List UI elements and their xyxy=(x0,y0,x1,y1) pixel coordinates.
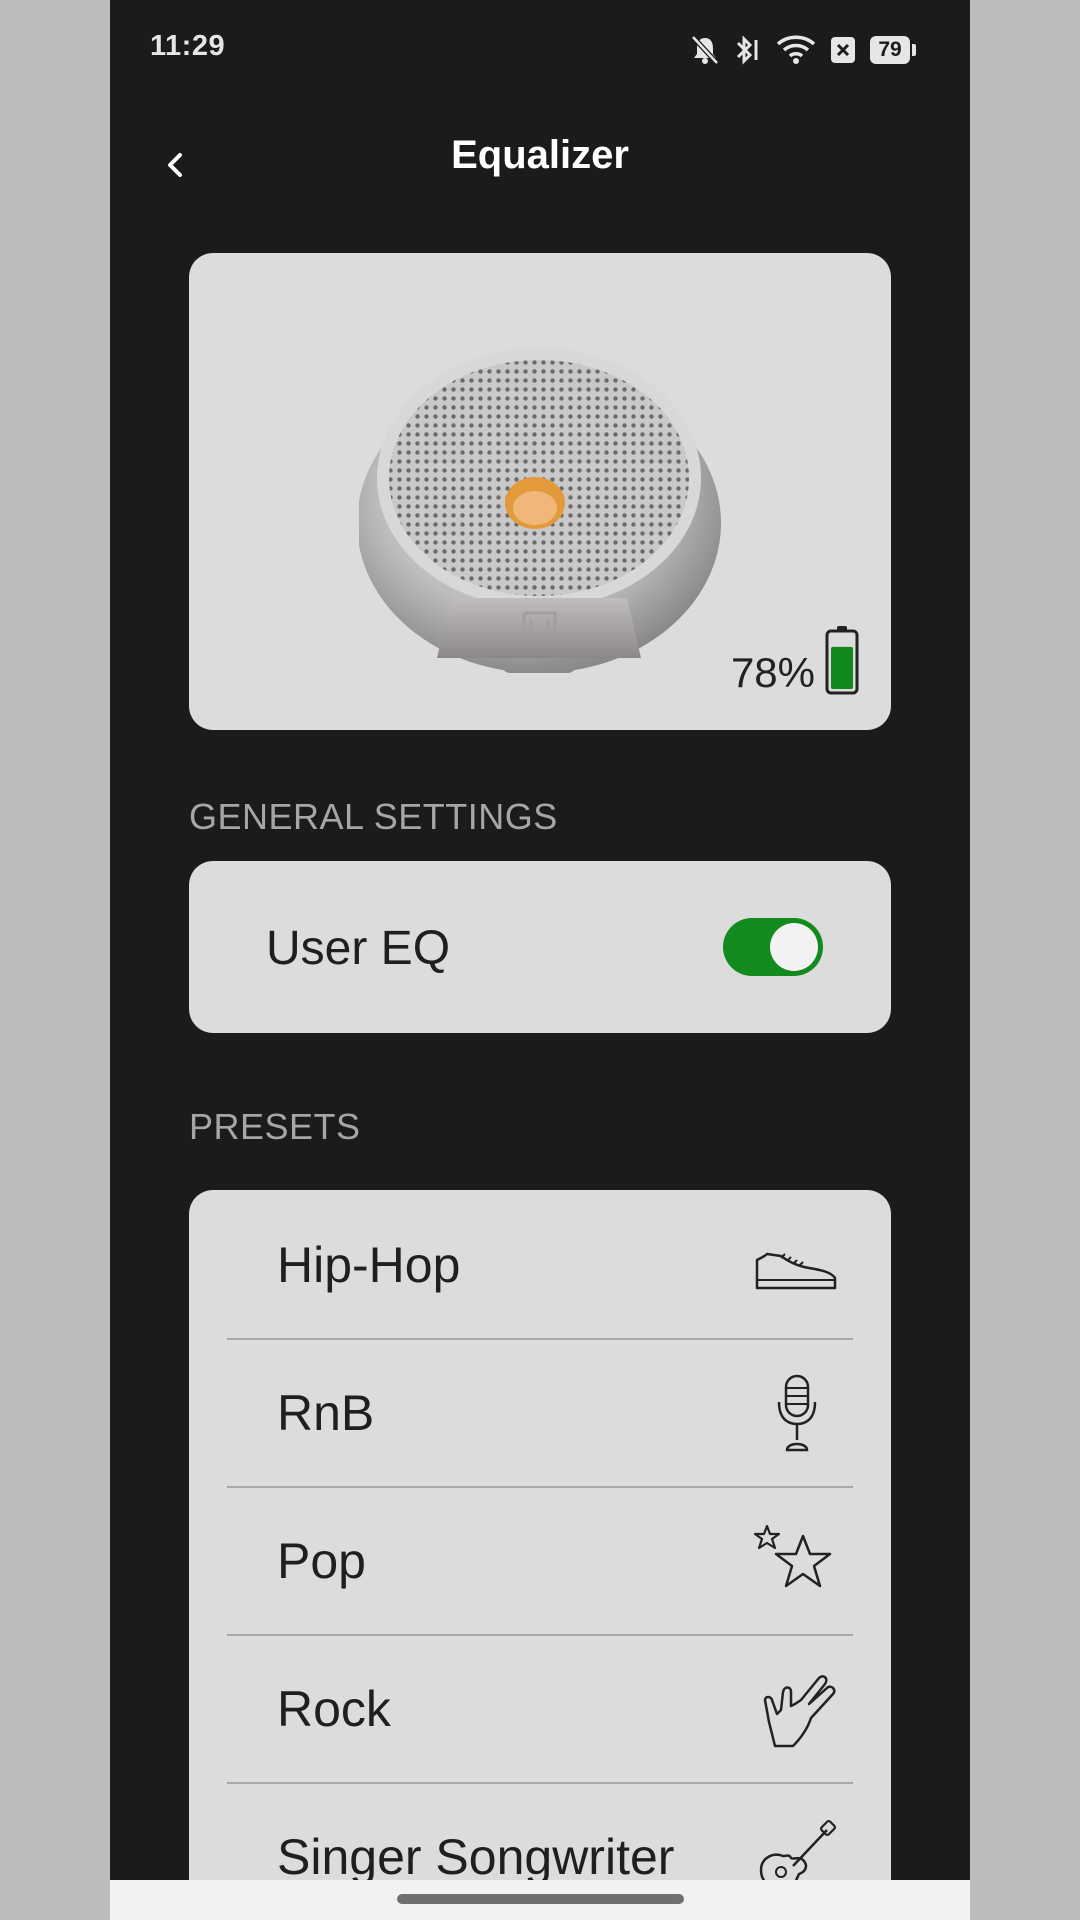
user-eq-card: User EQ xyxy=(189,861,891,1033)
microphone-icon xyxy=(777,1374,817,1452)
status-time: 11:29 xyxy=(150,30,226,62)
presets-label: PRESETS xyxy=(189,1106,361,1147)
status-icons: 79 xyxy=(690,30,916,70)
user-eq-toggle[interactable] xyxy=(723,918,823,976)
preset-item-hip-hop[interactable]: Hip-Hop xyxy=(227,1190,853,1340)
preset-label: RnB xyxy=(277,1385,375,1441)
preset-label: Rock xyxy=(277,1681,391,1737)
bell-off-icon xyxy=(690,34,720,66)
home-gesture-handle[interactable] xyxy=(397,1894,684,1904)
navigation-bar xyxy=(110,1880,970,1920)
toggle-knob xyxy=(770,923,818,971)
app-screen: 11:29 79 Equalizer 78% GENERAL SETTINGS … xyxy=(110,0,970,1920)
page-title: Equalizer xyxy=(451,133,629,177)
sneaker-icon xyxy=(755,1252,837,1290)
x-box-icon xyxy=(830,36,856,64)
device-card: 78% xyxy=(189,253,891,730)
preset-label: Pop xyxy=(277,1533,366,1589)
speaker-image xyxy=(359,348,721,673)
rock-hand-icon xyxy=(763,1675,836,1748)
preset-item-pop[interactable]: Pop xyxy=(227,1486,853,1636)
device-battery-percent: 78% xyxy=(730,649,815,696)
preset-item-rnb[interactable]: RnB xyxy=(227,1338,853,1488)
device-battery-icon xyxy=(825,626,859,695)
wifi-icon xyxy=(776,35,816,65)
user-eq-label: User EQ xyxy=(266,922,451,975)
general-settings-label: GENERAL SETTINGS xyxy=(189,796,558,837)
stars-icon xyxy=(753,1524,832,1588)
preset-label: Singer Songwriter xyxy=(277,1829,675,1885)
preset-label: Hip-Hop xyxy=(277,1237,461,1293)
presets-card: Hip-Hop RnB Pop Rock Singer Songwriter xyxy=(189,1190,891,1920)
preset-item-rock[interactable]: Rock xyxy=(227,1634,853,1784)
bluetooth-icon xyxy=(734,34,762,66)
battery-icon: 79 xyxy=(870,36,916,64)
